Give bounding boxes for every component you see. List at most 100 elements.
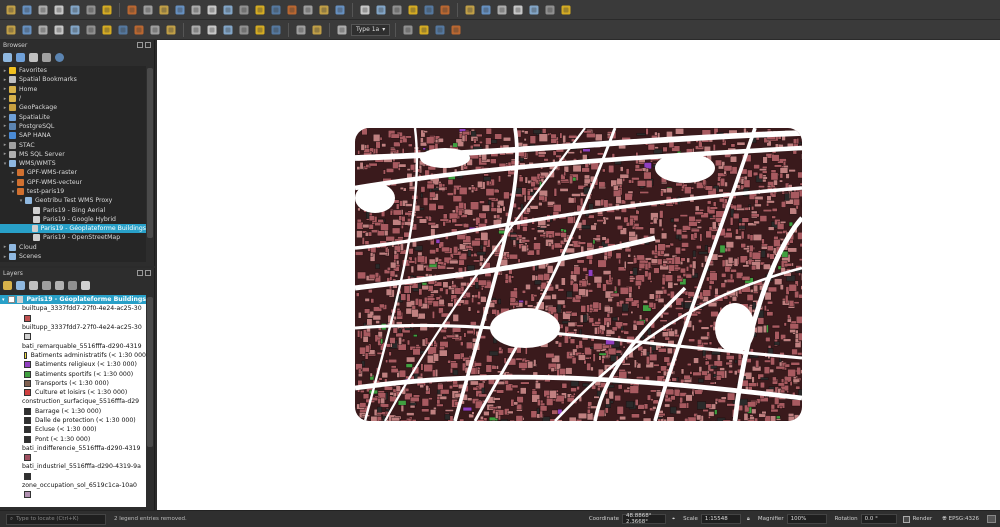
legend-entry[interactable]: Barrage (< 1:30 000) xyxy=(0,407,146,416)
zoom-to-selection-icon[interactable] xyxy=(205,3,219,17)
add-feature-icon[interactable] xyxy=(52,23,66,37)
sublayer-entry[interactable]: bati_remarquable_5516fffa-d290-4319 xyxy=(0,341,146,350)
zoom-native-icon[interactable] xyxy=(237,3,251,17)
pin-label-icon[interactable] xyxy=(205,23,219,37)
sublayer-entry[interactable]: builtupp_3337fdd7-27f0-4e24-ac25-30 xyxy=(0,323,146,332)
scale-field[interactable]: 1:15548 xyxy=(700,514,741,524)
add-group-icon[interactable] xyxy=(16,280,25,290)
zoom-last-icon[interactable] xyxy=(253,3,267,17)
expand-arrow-icon[interactable]: ▸ xyxy=(2,105,8,111)
expand-arrow-icon[interactable]: ▸ xyxy=(10,179,16,185)
layers-scrollbar[interactable] xyxy=(146,295,154,507)
vertex-tool-icon[interactable] xyxy=(68,23,82,37)
refresh-icon[interactable] xyxy=(16,52,25,62)
tips-icon[interactable] xyxy=(527,3,541,17)
layer-row-selected[interactable]: ▾ Paris19 - Géoplateforme Buildings xyxy=(0,295,146,305)
browser-scrollbar[interactable] xyxy=(146,66,154,262)
magnifier-field[interactable]: 100% xyxy=(786,514,827,524)
label-icon[interactable] xyxy=(189,23,203,37)
browser-item[interactable]: ▸ SpatiaLite xyxy=(0,112,146,121)
expand-arrow-icon[interactable]: ▸ xyxy=(2,77,8,83)
rotation-field[interactable]: 0.0 ° xyxy=(860,514,897,524)
cut-icon[interactable] xyxy=(100,23,114,37)
hide-icon[interactable] xyxy=(417,23,431,37)
zoom-full-icon[interactable] xyxy=(189,3,203,17)
browser-item[interactable]: Paris19 - Google Hybrid xyxy=(0,215,146,224)
sublayer-entry[interactable]: bati_industriel_5516fffa-d290-4319-9a xyxy=(0,462,146,471)
toggle-extents-icon[interactable]: ⌖ xyxy=(672,516,675,523)
expand-arrow-icon[interactable]: ▸ xyxy=(2,123,8,129)
render-checkbox[interactable] xyxy=(902,515,910,523)
expand-arrow-icon[interactable]: ▸ xyxy=(2,86,8,92)
layer-styling-icon[interactable] xyxy=(3,280,12,290)
close-panel-icon[interactable] xyxy=(145,270,151,276)
map-tips-icon[interactable] xyxy=(543,3,557,17)
float-panel-icon[interactable] xyxy=(137,270,143,276)
legend-entry[interactable]: Dalle de protection (< 1:30 000) xyxy=(0,416,146,425)
legend-entry[interactable]: Transports (< 1:30 000) xyxy=(0,379,146,388)
browser-item[interactable]: Paris19 - Géoplateforme Buildings xyxy=(0,224,146,234)
crs-globe-icon[interactable]: 🌐︎ xyxy=(942,516,946,523)
legend-symbol[interactable] xyxy=(0,332,146,341)
zoom-to-layer-icon[interactable] xyxy=(221,3,235,17)
change-label-icon[interactable] xyxy=(269,23,283,37)
browser-item[interactable]: ▸ GeoPackage xyxy=(0,103,146,112)
add-selected-layers-icon[interactable] xyxy=(3,52,12,62)
new-map-view-icon[interactable] xyxy=(285,3,299,17)
browser-item[interactable]: ▸ STAC xyxy=(0,140,146,149)
filter-legend-icon[interactable] xyxy=(42,280,51,290)
map-canvas[interactable] xyxy=(157,40,1000,510)
attribute-table-icon[interactable] xyxy=(406,3,420,17)
legend-symbol[interactable] xyxy=(0,472,146,481)
new-project-icon[interactable] xyxy=(4,3,18,17)
collapse-arrow-icon[interactable]: ▾ xyxy=(10,189,16,195)
layer-visibility-checkbox[interactable] xyxy=(7,296,15,304)
float-panel-icon[interactable] xyxy=(137,42,143,48)
plugin-icon[interactable] xyxy=(294,23,308,37)
locator-bar[interactable]: ⌕ Type to locate (Ctrl+K) xyxy=(6,513,106,525)
browser-item[interactable]: Paris19 - Bing Aerial xyxy=(0,205,146,214)
select-icon[interactable] xyxy=(374,3,388,17)
sublayer-entry[interactable]: zone_occupation_sol_6519c1ca-10a0 xyxy=(0,481,146,490)
sublayer-entry[interactable]: construction_surfacique_5516fffa-d29 xyxy=(0,397,146,406)
expand-all-icon[interactable] xyxy=(55,280,64,290)
legend-entry[interactable]: Batiments sportifs (< 1:30 000) xyxy=(0,369,146,378)
open-project-icon[interactable] xyxy=(20,3,34,17)
crs-label[interactable]: EPSG:4326 xyxy=(949,516,979,522)
identify-icon[interactable] xyxy=(358,3,372,17)
python-icon[interactable] xyxy=(559,3,573,17)
collapse-all-icon[interactable] xyxy=(42,52,51,62)
expand-arrow-icon[interactable]: ▸ xyxy=(2,244,8,250)
field-calculator-icon[interactable] xyxy=(422,3,436,17)
more-icon[interactable] xyxy=(449,23,463,37)
zoom-out-icon[interactable] xyxy=(173,3,187,17)
remove-layer-icon[interactable] xyxy=(81,280,90,290)
legend-entry[interactable]: Culture et loisirs (< 1:30 000) xyxy=(0,388,146,397)
browser-item[interactable]: ▸ Cloud xyxy=(0,243,146,252)
show-label-icon[interactable] xyxy=(221,23,235,37)
coordinate-field[interactable]: 48.8868° 2.3668° xyxy=(621,513,666,525)
expand-arrow-icon[interactable]: ▸ xyxy=(2,254,8,260)
expand-arrow-icon[interactable]: ▸ xyxy=(2,114,8,120)
refresh-icon[interactable] xyxy=(333,3,347,17)
browser-item[interactable]: ▾ test-paris19 xyxy=(0,187,146,196)
legend-entry[interactable]: Batiments religieux (< 1:30 000) xyxy=(0,360,146,369)
zoom-in-icon[interactable] xyxy=(157,3,171,17)
browser-item[interactable]: ▸ SAP HANA xyxy=(0,131,146,140)
collapse-arrow-icon[interactable]: ▾ xyxy=(18,198,24,204)
browser-item[interactable]: ▸ GPF-WMS-vecteur xyxy=(0,178,146,187)
properties-icon[interactable] xyxy=(55,52,64,62)
browser-item[interactable]: ▸ Scenes xyxy=(0,252,146,261)
save-project-icon[interactable] xyxy=(36,3,50,17)
text-annotation-icon[interactable] xyxy=(511,3,525,17)
copy-icon[interactable] xyxy=(116,23,130,37)
move-label-icon[interactable] xyxy=(237,23,251,37)
new-3d-view-icon[interactable] xyxy=(301,3,315,17)
expand-arrow-icon[interactable]: ▸ xyxy=(2,96,8,102)
deselect-icon[interactable] xyxy=(390,3,404,17)
save-as-icon[interactable] xyxy=(52,3,66,17)
save-edits-icon[interactable] xyxy=(36,23,50,37)
rotate-label-icon[interactable] xyxy=(253,23,267,37)
browser-item[interactable]: ▾ Geotribu Test WMS Proxy xyxy=(0,196,146,205)
wms-buildings-map[interactable] xyxy=(355,128,802,421)
